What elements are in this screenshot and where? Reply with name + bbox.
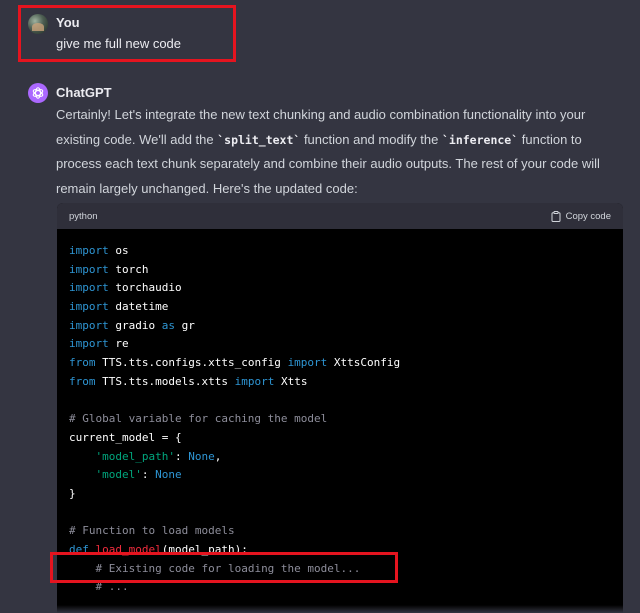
code-token: } — [69, 486, 76, 500]
code-token: datetime — [108, 300, 169, 314]
code-token: import — [234, 374, 275, 388]
code-token: TTS.tts.models.xtts — [95, 374, 235, 388]
code-token: , — [214, 449, 222, 463]
code-token: (model_path): — [161, 543, 248, 556]
code-line: } — [69, 485, 611, 504]
code-line: 'model_path': None, — [69, 448, 611, 467]
code-token: def — [69, 543, 89, 556]
code-line: import torchaudio — [69, 279, 611, 298]
code-line: # ... — [69, 578, 611, 597]
code-token: re — [108, 337, 129, 351]
code-line: 'model': None — [69, 466, 611, 485]
code-token: torchaudio — [108, 281, 182, 295]
code-token: TTS.tts.configs.xtts_config — [95, 356, 288, 370]
code-line: import os — [69, 242, 611, 261]
code-token: # Function to load models — [69, 524, 235, 538]
copy-code-button[interactable]: Copy code — [551, 210, 611, 222]
assistant-avatar — [28, 83, 48, 103]
code-token: gradio — [108, 318, 162, 332]
openai-logo-icon — [32, 87, 44, 99]
code-token: import — [69, 281, 109, 295]
code-line: from TTS.tts.configs.xtts_config import … — [69, 354, 611, 373]
code-block-header: python Copy code — [57, 203, 623, 229]
assistant-message-text: Certainly! Let's integrate the new text … — [56, 103, 628, 201]
code-line: current_model = { — [69, 429, 611, 448]
code-line: # Existing code for loading the model... — [69, 560, 611, 579]
code-line: def load_model(model_path): — [69, 541, 611, 560]
code-token: import — [69, 337, 109, 351]
code-token: None — [155, 468, 182, 482]
code-token: # Existing code for loading the model... — [95, 561, 361, 575]
inline-code-inference: `inference` — [441, 132, 519, 147]
code-token: import — [69, 244, 109, 257]
code-token: : — [141, 468, 156, 482]
code-token: import — [69, 262, 109, 276]
code-token: from — [69, 356, 96, 370]
code-token: # Global variable for caching the model — [69, 412, 328, 426]
code-token: current_model = { — [69, 430, 182, 444]
code-content[interactable]: import os import torch import torchaudio im… — [57, 229, 623, 597]
code-token: Xtts — [274, 374, 308, 388]
code-line: # Function to load models — [69, 522, 611, 541]
code-token: load_model — [95, 543, 162, 556]
code-token: gr — [174, 318, 195, 332]
inline-code-split-text: `split_text` — [217, 132, 301, 147]
code-block: python Copy code import os import torch im… — [57, 203, 623, 613]
code-line: import datetime — [69, 298, 611, 317]
bottom-fade — [0, 605, 640, 613]
code-line: # Global variable for caching the model — [69, 410, 611, 429]
paragraph-text: function and modify the — [300, 131, 442, 147]
code-token: from — [69, 374, 96, 388]
code-token: torch — [108, 262, 149, 276]
code-token: 'model_path' — [95, 449, 175, 463]
code-token: None — [188, 449, 215, 463]
assistant-author-name: ChatGPT — [56, 85, 112, 100]
code-token: import — [287, 356, 328, 370]
chat-page: You give me full new code ChatGPT Certai… — [0, 0, 640, 613]
code-line: import torch — [69, 261, 611, 280]
user-message: You give me full new code — [28, 12, 628, 56]
code-token: import — [69, 300, 109, 314]
code-token: 'model' — [95, 468, 142, 482]
user-avatar — [28, 14, 48, 34]
code-token: # ... — [95, 580, 129, 594]
code-token: XttsConfig — [327, 356, 401, 370]
user-author-name: You — [56, 15, 80, 30]
code-token: import — [69, 318, 109, 332]
code-language-label: python — [69, 210, 98, 222]
clipboard-icon — [551, 210, 561, 222]
code-token: : — [174, 449, 189, 463]
code-line: import re — [69, 335, 611, 354]
code-token: as — [161, 318, 175, 332]
code-line: import gradio as gr — [69, 317, 611, 336]
user-message-text: give me full new code — [56, 36, 182, 51]
code-token: os — [108, 244, 129, 257]
copy-code-label: Copy code — [565, 210, 611, 222]
code-line: from TTS.tts.models.xtts import Xtts — [69, 373, 611, 392]
